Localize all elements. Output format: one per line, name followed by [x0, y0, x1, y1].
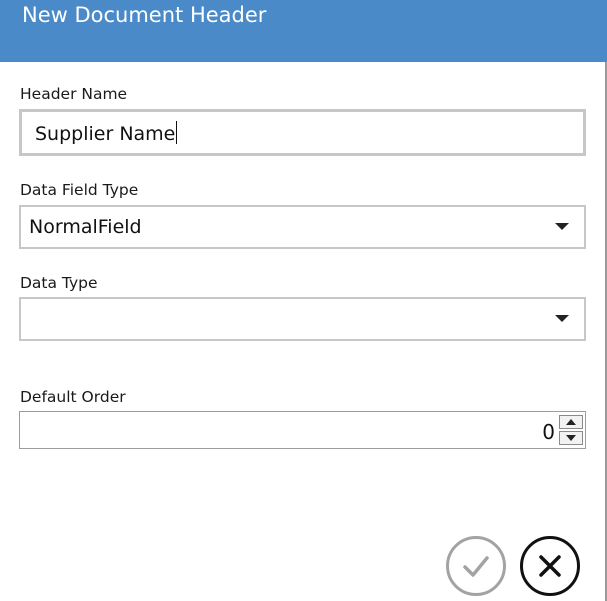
increment-button[interactable] [559, 415, 583, 429]
text-caret [176, 121, 178, 144]
dialog-title: New Document Header [22, 3, 267, 27]
default-order-label: Default Order [20, 388, 126, 406]
header-name-label: Header Name [20, 85, 128, 103]
decrement-button[interactable] [559, 431, 583, 445]
data-type-label: Data Type [20, 274, 98, 292]
data-field-type-label: Data Field Type [20, 181, 139, 199]
new-document-header-dialog: New Document Header Header Name Supplier… [0, 0, 607, 601]
header-name-input[interactable]: Supplier Name [19, 109, 586, 156]
chevron-down-icon[interactable] [555, 315, 569, 322]
close-icon [539, 555, 561, 577]
data-field-type-select[interactable]: NormalField [19, 205, 586, 249]
data-field-type-value: NormalField [29, 216, 142, 238]
cancel-button[interactable] [520, 536, 580, 596]
default-order-stepper[interactable]: 0 [19, 411, 586, 449]
chevron-down-icon[interactable] [555, 223, 569, 230]
checkmark-icon [463, 556, 489, 577]
arrow-down-icon [566, 435, 576, 441]
ok-button[interactable] [446, 536, 506, 596]
arrow-up-icon [566, 419, 576, 425]
default-order-value[interactable]: 0 [542, 420, 555, 444]
title-bar: New Document Header [0, 0, 607, 62]
data-type-select[interactable] [19, 297, 586, 341]
header-name-value: Supplier Name [35, 123, 176, 145]
